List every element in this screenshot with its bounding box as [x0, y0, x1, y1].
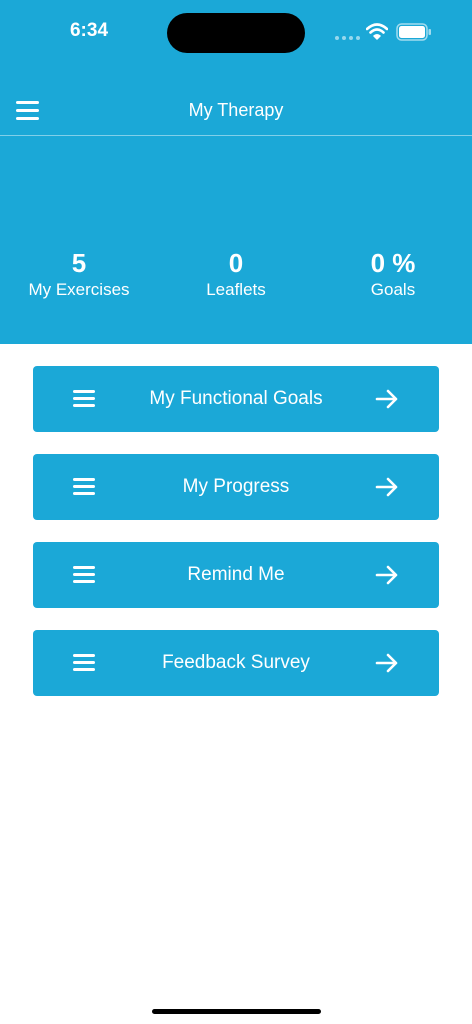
button-label: Remind Me: [187, 564, 285, 585]
app-screen: 6:34 My Therapy 5 My Exercises 0 Leaflet…: [0, 0, 472, 1024]
stat-label: Leaflets: [206, 280, 266, 299]
list-icon: [73, 654, 95, 672]
status-time: 6:34: [69, 20, 109, 41]
button-label: My Progress: [182, 476, 290, 497]
my-progress-button[interactable]: My Progress: [33, 454, 439, 520]
stat-goals: 0 % Goals: [313, 248, 472, 302]
stat-label: My Exercises: [28, 280, 130, 299]
hamburger-menu-icon[interactable]: [16, 100, 40, 121]
dynamic-island: [167, 13, 305, 53]
home-indicator[interactable]: [152, 1009, 321, 1014]
header-panel: 6:34 My Therapy 5 My Exercises 0 Leaflet…: [0, 0, 472, 344]
list-icon: [73, 566, 95, 584]
arrow-right-icon: [375, 565, 398, 585]
battery-icon: [396, 23, 431, 41]
stat-value: 0: [228, 248, 244, 278]
arrow-right-icon: [375, 477, 398, 497]
stat-value: 0 %: [370, 248, 416, 278]
arrow-right-icon: [375, 389, 398, 409]
cellular-signal-icon: [335, 36, 361, 40]
nav-divider: [0, 135, 472, 136]
remind-me-button[interactable]: Remind Me: [33, 542, 439, 608]
page-title: My Therapy: [188, 100, 284, 120]
wifi-icon: [366, 23, 388, 40]
button-label: My Functional Goals: [149, 388, 323, 409]
stat-label: Goals: [370, 280, 416, 299]
my-functional-goals-button[interactable]: My Functional Goals: [33, 366, 439, 432]
list-icon: [73, 390, 95, 408]
stat-leaflets: 0 Leaflets: [156, 248, 316, 302]
arrow-right-icon: [375, 653, 398, 673]
feedback-survey-button[interactable]: Feedback Survey: [33, 630, 439, 696]
button-label: Feedback Survey: [162, 652, 310, 673]
list-icon: [73, 478, 95, 496]
stat-value: 5: [71, 248, 87, 278]
stat-my-exercises: 5 My Exercises: [0, 248, 159, 302]
